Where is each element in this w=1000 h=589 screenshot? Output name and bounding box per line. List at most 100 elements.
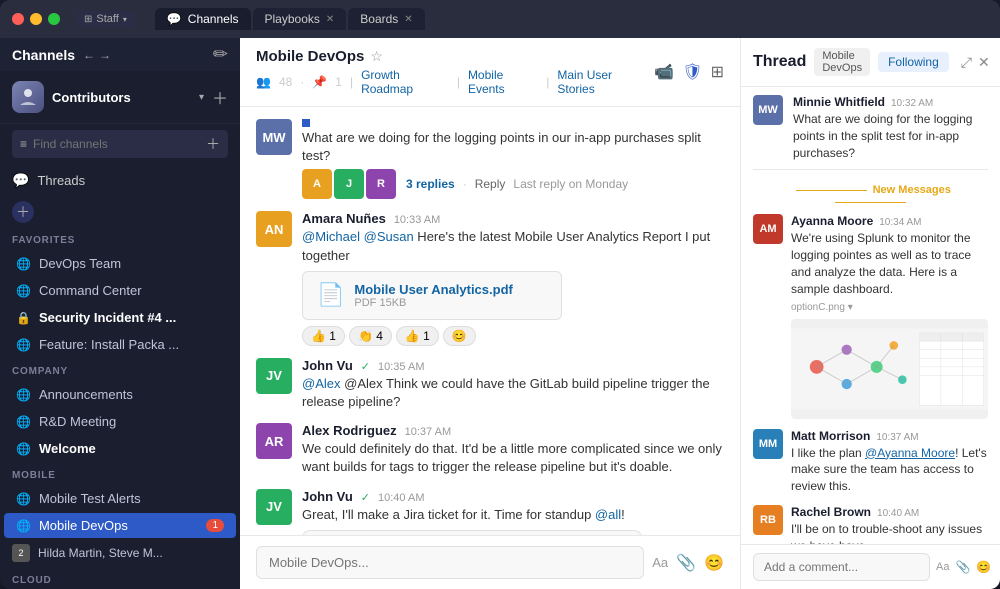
reply-link[interactable]: Reply (475, 177, 506, 191)
message-body: Alex Rodriguez 10:37 AM We could definit… (302, 423, 724, 476)
file-name[interactable]: Mobile User Analytics.pdf (354, 282, 512, 297)
link-main-user-stories[interactable]: Main User Stories (557, 68, 646, 96)
tab-playbooks-close[interactable]: ✕ (326, 14, 334, 25)
sidebar-item-label: Command Center (39, 283, 142, 298)
reaction-thumbsup2[interactable]: 👍 1 (396, 326, 439, 346)
globe-icon: 🌐 (16, 492, 31, 506)
expand-icon[interactable]: ⤢ (961, 54, 972, 71)
globe-icon: 🌐 (16, 257, 31, 271)
nav-arrows[interactable]: ← → (83, 48, 111, 62)
channel-message-input[interactable] (256, 546, 644, 579)
emoji-icon[interactable]: 😊 (704, 553, 724, 573)
sidebar-item-label: DevOps Team (39, 256, 121, 271)
table-row: AN Amara Nuñes 10:33 AM @Michael @Susan … (256, 211, 724, 345)
thread-following-button[interactable]: Following (878, 52, 949, 72)
sidebar-item-label: Mobile DevOps (39, 518, 128, 533)
video-icon[interactable]: 📹 (654, 62, 674, 82)
link-growth-roadmap[interactable]: Growth Roadmap (361, 68, 449, 96)
tab-boards-close[interactable]: ✕ (404, 14, 412, 25)
close-thread-icon[interactable]: ✕ (978, 54, 990, 71)
mention-all[interactable]: @all (595, 507, 621, 522)
sidebar-item-rd[interactable]: 🌐 R&D Meeting (4, 409, 236, 434)
attach-file-icon[interactable]: 📎 (955, 560, 970, 574)
reaction-smile[interactable]: 😊 (443, 326, 476, 346)
tab-playbooks[interactable]: Playbooks ✕ (253, 8, 347, 30)
layout-icon[interactable]: ⊞ (711, 62, 724, 82)
tab-channels-label: Channels (188, 12, 239, 26)
reaction-clap[interactable]: 👏 4 (349, 326, 392, 346)
list-item: RB Rachel Brown 10:40 AM I'll be on to t… (753, 505, 988, 544)
attach-file-icon[interactable]: 📎 (676, 553, 696, 573)
verified-icon: ✓ (361, 360, 370, 373)
workspace-header[interactable]: Contributors ▾ ＋ (0, 71, 240, 124)
compose-icon[interactable]: ✏ (213, 44, 228, 65)
company-section-label: COMPANY (0, 358, 240, 381)
unread-badge: 1 (206, 519, 224, 532)
sidebar-item-feature[interactable]: 🌐 Feature: Install Packa ... (4, 332, 236, 357)
link-mobile-events[interactable]: Mobile Events (468, 68, 538, 96)
message-body: What are we doing for the logging points… (302, 119, 724, 199)
thread-channel-tag: Mobile DevOps (814, 48, 870, 76)
list-item: AM Ayanna Moore 10:34 AM We're using Spl… (753, 214, 988, 418)
nav-back-icon[interactable]: ← (83, 48, 95, 62)
origin-text: What are we doing for the logging points… (793, 111, 988, 161)
sidebar-item-hildamartin[interactable]: 2 Hilda Martin, Steve M... (0, 539, 240, 567)
reaction-thumbsup[interactable]: 👍 1 (302, 326, 345, 346)
find-channels-bar[interactable]: ≡ ＋ (12, 130, 228, 158)
avatar: AR (256, 423, 292, 459)
maximize-button[interactable] (48, 13, 60, 25)
sidebar-item-devops[interactable]: 🌐 DevOps Team (4, 251, 236, 276)
thread-msg-text: I like the plan @Ayanna Moore! Let's mak… (791, 445, 988, 495)
threads-icon: 💬 (12, 172, 29, 189)
thread-replies-count[interactable]: 3 replies (406, 177, 455, 191)
find-channels-input[interactable] (33, 137, 200, 151)
add-channel-icon[interactable]: ＋ (206, 134, 220, 154)
message-time: 10:37 AM (405, 426, 451, 438)
sidebar-item-threads[interactable]: 💬 Threads (0, 164, 240, 197)
mention-susan[interactable]: @Susan (364, 229, 414, 244)
traffic-lights (12, 13, 60, 25)
mention-michael[interactable]: @Michael (302, 229, 360, 244)
file-attachment[interactable]: 📄 Mobile User Analytics.pdf PDF 15KB (302, 271, 562, 320)
sidebar-item-mobiletest[interactable]: 🌐 Mobile Test Alerts (4, 486, 236, 511)
new-messages-divider: New Messages (753, 178, 988, 214)
origin-msg-body: Minnie Whitfield 10:32 AM What are we do… (793, 95, 988, 161)
shield-icon[interactable]: 🛡 (682, 62, 702, 82)
sidebar-item-security[interactable]: 🔒 Security Incident #4 ... (4, 305, 236, 330)
reactions: 👍 1 👏 4 👍 1 😊 (302, 326, 724, 346)
globe-icon: 🌐 (16, 338, 31, 352)
emoji-icon[interactable]: 😊 (976, 560, 991, 574)
tab-boards[interactable]: Boards ✕ (348, 8, 424, 30)
sidebar-item-mobiledevops[interactable]: 🌐 Mobile DevOps 1 (4, 513, 236, 538)
thread-msg-header: Ayanna Moore 10:34 AM (791, 214, 988, 228)
mention-ayanna[interactable]: @Ayanna Moore (865, 446, 955, 460)
thread-msg-author: Matt Morrison (791, 429, 870, 443)
file-size: PDF 15KB (354, 297, 512, 309)
sidebar-item-welcome[interactable]: 🌐 Welcome (4, 436, 236, 461)
add-workspace-button[interactable]: ＋ (212, 85, 228, 109)
sidebar-item-label: Announcements (39, 387, 133, 402)
channel-star-icon[interactable]: ☆ (370, 48, 383, 65)
app-menu[interactable]: ⊞ Staff ▾ (76, 11, 135, 27)
add-section-button[interactable]: ＋ (12, 201, 34, 223)
thread-msg-header: Matt Morrison 10:37 AM (791, 429, 988, 443)
sidebar-item-label: Feature: Install Packa ... (39, 337, 179, 352)
nav-forward-icon[interactable]: → (99, 48, 111, 62)
table-row: AR Alex Rodriguez 10:37 AM We could defi… (256, 423, 724, 476)
verified-icon: ✓ (361, 491, 370, 504)
close-button[interactable] (12, 13, 24, 25)
thread-comment-input[interactable] (753, 553, 930, 581)
message-body: Amara Nuñes 10:33 AM @Michael @Susan Her… (302, 211, 724, 345)
sidebar-item-command-center[interactable]: 🌐 Command Center (4, 278, 236, 303)
mention-alex[interactable]: @Alex (302, 376, 341, 391)
message-text: @Michael @Susan Here's the latest Mobile… (302, 228, 724, 264)
format-text-icon[interactable]: Aa (936, 561, 949, 573)
image-label: optionC.png ▾ (791, 302, 988, 313)
minimize-button[interactable] (30, 13, 42, 25)
format-text-icon[interactable]: Aa (652, 555, 668, 570)
avatar: MW (753, 95, 783, 125)
sidebar-item-announcements[interactable]: 🌐 Announcements (4, 382, 236, 407)
tab-channels[interactable]: 💬 Channels (155, 8, 251, 30)
avatar: JV (256, 489, 292, 525)
thread-comment-input-area: Aa 📎 😊 (741, 544, 1000, 589)
